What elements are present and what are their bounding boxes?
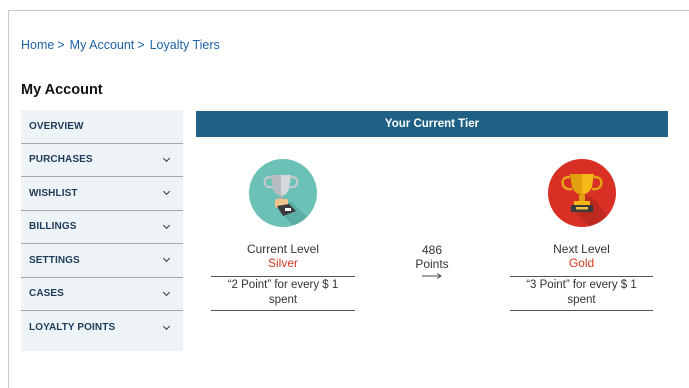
sidebar-item-settings[interactable]: SETTINGS (21, 244, 183, 278)
sidebar-item-cases[interactable]: CASES (21, 278, 183, 311)
sidebar-item-billings[interactable]: BILLINGS (21, 211, 183, 244)
points-unit: Points (415, 257, 449, 271)
sidebar-item-label: OVERVIEW (29, 120, 84, 132)
current-level-label: Current Level (246, 242, 320, 256)
sidebar-item-wishlist[interactable]: WISHLIST (21, 177, 183, 211)
arrow-right-icon (422, 273, 442, 279)
chevron-down-icon[interactable] (162, 322, 171, 330)
breadcrumb: Home > My Account > Loyalty Tiers (21, 38, 220, 52)
sidebar-item-label: CASES (29, 288, 64, 300)
account-sidebar: OVERVIEW PURCHASES WISHLIST BILLINGS SET… (21, 110, 183, 351)
chevron-down-icon[interactable] (162, 154, 171, 162)
breadcrumb-my-account[interactable]: My Account (70, 38, 135, 52)
tier-header: Your Current Tier (196, 111, 668, 137)
breadcrumb-home[interactable]: Home (21, 38, 54, 52)
current-level-value: Silver (267, 256, 298, 270)
breadcrumb-separator: > (57, 38, 65, 52)
sidebar-item-label: BILLINGS (29, 221, 77, 233)
next-level-description: “3 Point” for every $ 1 spent (510, 276, 653, 311)
chevron-down-icon[interactable] (162, 221, 171, 229)
chevron-down-icon[interactable] (162, 255, 171, 263)
current-level-card: Current Level Silver “2 Point” for every… (211, 159, 355, 311)
next-level-card: Next Level Gold “3 Point” for every $ 1 … (510, 159, 653, 311)
points-progress: 486 Points (400, 243, 464, 280)
sidebar-item-purchases[interactable]: PURCHASES (21, 144, 183, 177)
sidebar-item-overview[interactable]: OVERVIEW (21, 110, 183, 144)
chevron-down-icon[interactable] (162, 288, 171, 296)
sidebar-item-label: SETTINGS (29, 254, 80, 266)
breadcrumb-separator: > (137, 38, 145, 52)
silver-trophy-icon (249, 159, 317, 227)
next-level-value: Gold (568, 256, 595, 270)
chevron-down-icon[interactable] (162, 188, 171, 196)
next-level-label: Next Level (553, 242, 610, 256)
sidebar-item-label: PURCHASES (29, 154, 93, 166)
page-title: My Account (21, 82, 103, 98)
gold-trophy-icon (547, 159, 616, 227)
sidebar-item-label: WISHLIST (29, 187, 78, 199)
current-level-description: “2 Point” for every $ 1 spent (211, 276, 355, 311)
points-value: 486 (421, 243, 443, 257)
sidebar-item-label: LOYALTY POINTS (29, 322, 116, 334)
breadcrumb-loyalty-tiers[interactable]: Loyalty Tiers (150, 38, 220, 52)
sidebar-item-loyalty-points[interactable]: LOYALTY POINTS (21, 311, 183, 345)
